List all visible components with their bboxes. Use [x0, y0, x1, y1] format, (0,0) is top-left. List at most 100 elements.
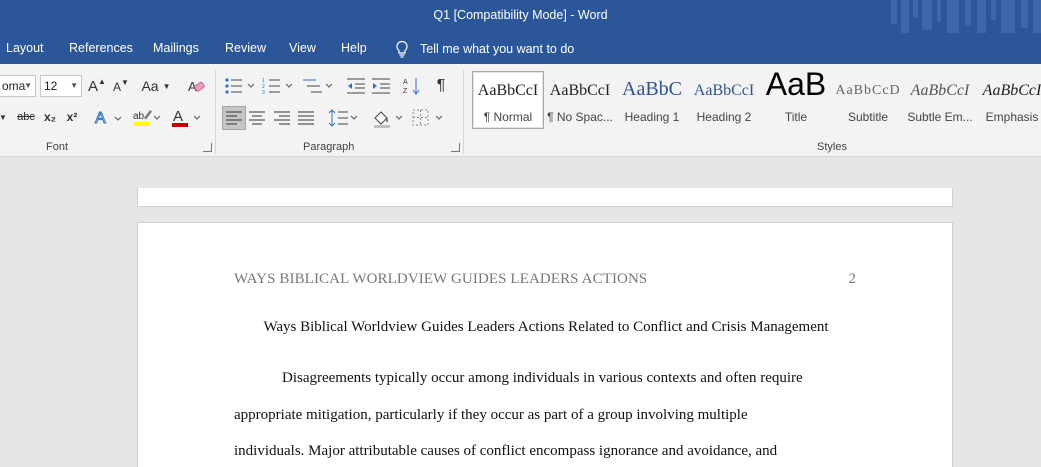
styles-gallery: AaBbCcI ¶ Normal AaBbCcI ¶ No Spac... Aa… [472, 71, 1041, 131]
style-sample: AaBbCcI [910, 82, 970, 99]
multilevel-list-button[interactable] [302, 77, 336, 95]
svg-text:3: 3 [262, 90, 265, 95]
text-effects-icon: A [95, 110, 122, 127]
tab-help[interactable]: Help [341, 41, 367, 55]
style-sample: AaBbCcI [477, 82, 539, 99]
align-left-button[interactable] [222, 106, 246, 130]
paragraph-dialog-launcher[interactable] [451, 143, 460, 152]
style-name: Subtle Em... [907, 110, 973, 124]
highlight-color-button[interactable]: ab [132, 108, 162, 128]
style-name: Subtitle [847, 110, 889, 124]
line-spacing-icon [329, 109, 358, 127]
decrease-indent-icon [347, 78, 365, 94]
style-sample: AaBbCcD [835, 83, 901, 98]
style-title[interactable]: AaB Title [760, 71, 832, 129]
group-separator [215, 70, 216, 154]
shrink-font-button[interactable]: A ▼ [112, 78, 130, 96]
svg-text:A: A [403, 79, 408, 86]
shrink-font-icon: A [113, 80, 122, 94]
chevron-down-icon: ▼ [24, 81, 32, 90]
style-heading-1[interactable]: AaBbC Heading 1 [616, 71, 688, 129]
align-center-icon [249, 111, 265, 125]
window-title: Q1 [Compatibility Mode] - Word [433, 8, 608, 22]
chevron-down-icon[interactable]: ▼ [0, 108, 8, 126]
font-dialog-launcher[interactable] [203, 143, 212, 152]
tab-mailings[interactable]: Mailings [153, 41, 199, 55]
font-name-dropdown[interactable]: oma ▼ [0, 75, 36, 97]
line-spacing-button[interactable] [329, 108, 359, 128]
styles-group-label: Styles [817, 141, 847, 153]
body-line: Disagreements typically occur among indi… [282, 370, 803, 386]
highlighter-icon: ab [133, 110, 161, 126]
page-1-bottom [137, 188, 953, 207]
align-right-icon [274, 111, 290, 125]
grow-font-button[interactable]: A ▲ [88, 77, 106, 95]
sort-icon: AZ [403, 78, 420, 95]
tab-view[interactable]: View [289, 41, 316, 55]
font-color-button[interactable]: A [170, 108, 202, 128]
style-name: Heading 2 [696, 110, 752, 124]
lightbulb-icon [396, 40, 408, 58]
style-emphasis[interactable]: AaBbCcI Emphasis [976, 71, 1041, 129]
running-head: WAYS BIBLICAL WORLDVIEW GUIDES LEADERS A… [234, 271, 648, 287]
style-sample: AaB [765, 71, 827, 102]
clear-formatting-button[interactable]: A [187, 78, 205, 96]
font-color-icon: A [172, 108, 201, 127]
font-size-value: 12 [44, 79, 58, 93]
eraser-icon: A [188, 79, 205, 94]
style-subtle-emphasis[interactable]: AaBbCcI Subtle Em... [904, 71, 976, 129]
text-effects-button[interactable]: A [94, 109, 124, 127]
increase-indent-button[interactable] [371, 77, 391, 95]
style-sample: AaBbCcI [693, 82, 755, 99]
tab-review[interactable]: Review [225, 41, 266, 55]
justify-button[interactable] [298, 110, 314, 126]
shading-button[interactable] [372, 108, 404, 128]
show-formatting-marks-button[interactable]: ¶ [432, 76, 450, 96]
body-line: individuals. Major attributable causes o… [234, 443, 778, 459]
font-size-dropdown[interactable]: 12 ▼ [40, 75, 82, 97]
change-case-icon: Aa [141, 78, 159, 94]
font-name-value: oma [2, 79, 26, 93]
justify-icon [298, 111, 314, 125]
pilcrow-icon: ¶ [436, 77, 446, 94]
subscript-button[interactable]: x₂ [42, 108, 58, 126]
strikethrough-button[interactable]: abc [16, 108, 36, 126]
align-center-button[interactable] [249, 110, 265, 126]
increase-indent-icon [372, 78, 390, 94]
sort-button[interactable]: AZ [403, 76, 423, 96]
style-normal[interactable]: AaBbCcI ¶ Normal [472, 71, 544, 129]
paragraph-group-label: Paragraph [303, 141, 355, 153]
tell-me-search[interactable]: Tell me what you want to do [394, 39, 574, 59]
style-no-spacing[interactable]: AaBbCcI ¶ No Spac... [544, 71, 616, 129]
paint-bucket-icon [374, 111, 403, 128]
align-left-icon [226, 111, 242, 125]
title-bar-pattern [891, 0, 1041, 33]
numbering-button[interactable]: 123 [262, 77, 296, 95]
change-case-button[interactable]: Aa ▼ [140, 77, 172, 95]
body-line: appropriate mitigation, particularly if … [234, 407, 748, 423]
bullets-button[interactable] [224, 77, 258, 95]
grow-font-icon: A [88, 77, 99, 95]
document-title: Ways Biblical Worldview Guides Leaders A… [263, 319, 829, 335]
ribbon-tab-bar: Layout References Mailings Review View H… [0, 33, 1041, 64]
align-right-button[interactable] [274, 110, 290, 126]
borders-icon [412, 109, 443, 126]
svg-text:A: A [173, 108, 183, 125]
tell-me-text: Tell me what you want to do [420, 42, 575, 56]
style-heading-2[interactable]: AaBbCcI Heading 2 [688, 71, 760, 129]
chevron-down-icon: ▼ [70, 81, 78, 90]
svg-text:A: A [95, 110, 106, 127]
borders-button[interactable] [412, 109, 444, 127]
tab-references[interactable]: References [69, 41, 133, 55]
style-subtitle[interactable]: AaBbCcD Subtitle [832, 71, 904, 129]
group-separator [463, 70, 464, 154]
page-2[interactable]: WAYS BIBLICAL WORLDVIEW GUIDES LEADERS A… [137, 222, 953, 467]
ribbon: oma ▼ 12 ▼ A ▲ A ▼ Aa ▼ A ▼ abc x₂ x² A ab [0, 64, 1041, 157]
numbering-icon: 123 [262, 78, 293, 95]
superscript-button[interactable]: x² [64, 108, 80, 126]
tab-layout[interactable]: Layout [6, 41, 44, 55]
style-name: Title [784, 110, 808, 124]
decrease-indent-button[interactable] [346, 77, 366, 95]
style-name: Emphasis [985, 110, 1039, 124]
page-number: 2 [848, 271, 857, 287]
